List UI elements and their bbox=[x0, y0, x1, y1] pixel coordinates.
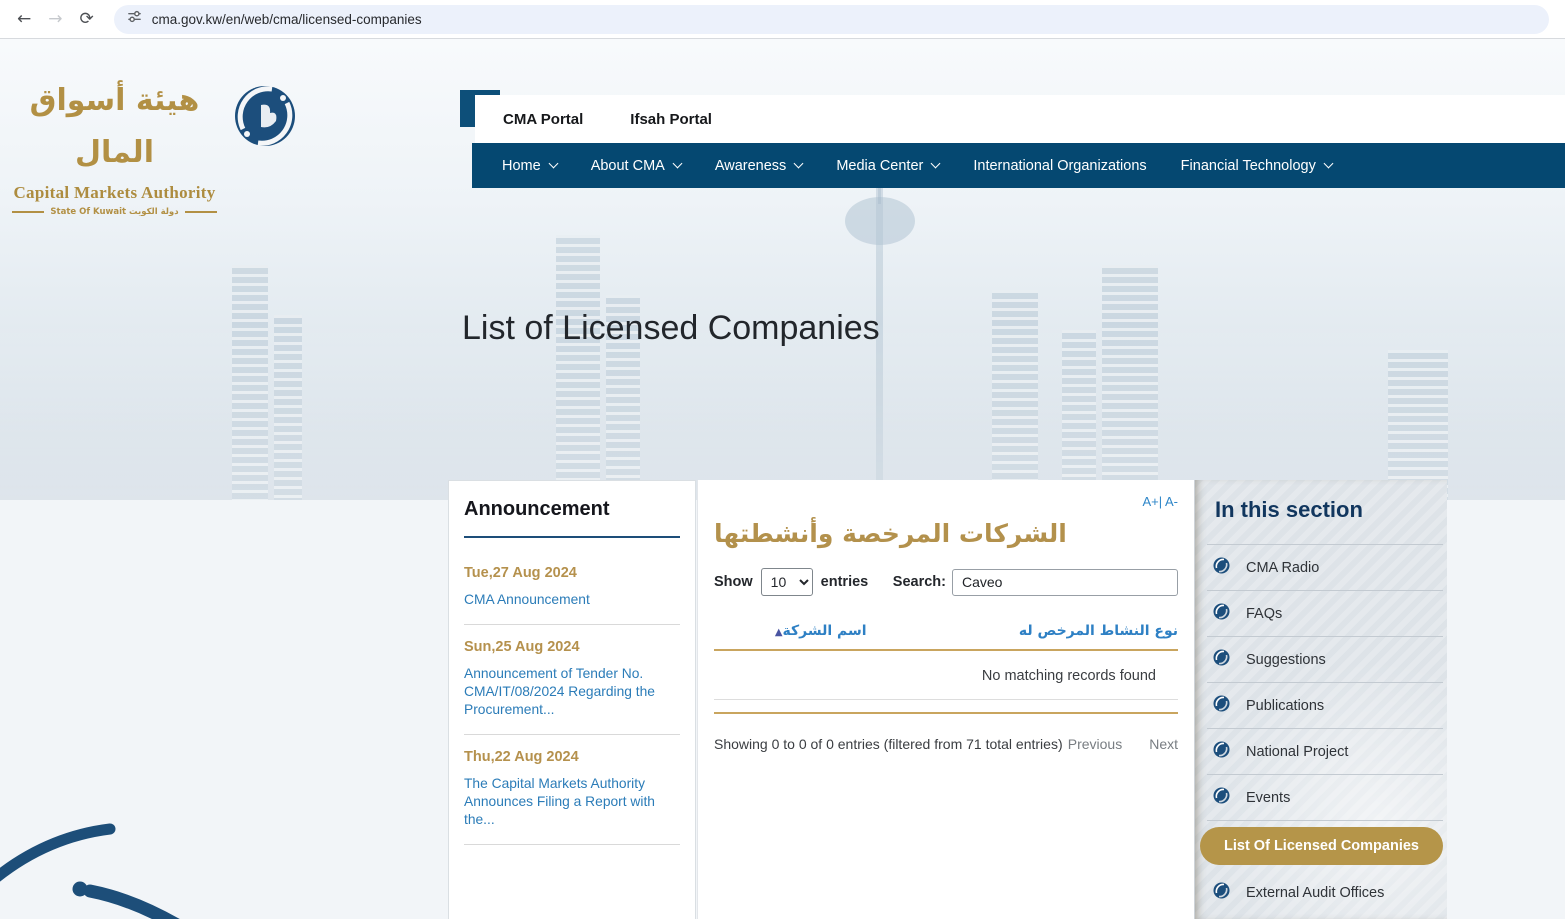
cma-emblem-icon bbox=[234, 85, 296, 152]
browser-toolbar: ← → ⟳ cma.gov.kw/en/web/cma/licensed-com… bbox=[0, 0, 1565, 39]
chevron-down-icon bbox=[930, 158, 941, 169]
table-info: Showing 0 to 0 of 0 entries (filtered fr… bbox=[714, 736, 1063, 752]
table-footer: Showing 0 to 0 of 0 entries (filtered fr… bbox=[714, 736, 1178, 752]
licensed-companies-panel: A+| A- الشركات المرخصة وأنشطتها Show 10 … bbox=[697, 480, 1195, 919]
announcement-item: Thu,22 Aug 2024 The Capital Markets Auth… bbox=[464, 749, 680, 845]
sidebar-item-external-audit-offices[interactable]: External Audit Offices bbox=[1207, 870, 1443, 916]
cma-logo[interactable]: هيئة أسواق المال Capital Markets Authori… bbox=[12, 75, 304, 217]
table-bottom-border bbox=[714, 700, 1178, 714]
font-decrease-button[interactable]: A- bbox=[1165, 494, 1178, 509]
column-header-activity-type[interactable]: نوع النشاط المرخص له bbox=[927, 623, 1178, 639]
sidebar-item-label: CMA Radio bbox=[1246, 559, 1320, 576]
divider bbox=[464, 624, 680, 625]
table-empty-message: No matching records found bbox=[714, 651, 1178, 700]
sidebar-item-label: Suggestions bbox=[1246, 651, 1326, 668]
table-header-row: ▲اسم الشركة نوع النشاط المرخص له bbox=[714, 623, 1178, 649]
announcement-date: Tue,27 Aug 2024 bbox=[464, 565, 577, 581]
search-control: Search: bbox=[892, 568, 1178, 596]
sidebar-item-national-project[interactable]: National Project bbox=[1207, 728, 1443, 774]
divider bbox=[464, 844, 680, 845]
sidebar-item-events[interactable]: Events bbox=[1207, 774, 1443, 820]
table-controls: Show 10 entries Search: bbox=[714, 568, 1178, 596]
subtitle-rule bbox=[184, 211, 217, 213]
portal-bar: CMA Portal Ifsah Portal bbox=[475, 95, 1565, 143]
back-icon[interactable]: ← bbox=[17, 9, 31, 29]
sidebar-item-cma-radio[interactable]: CMA Radio bbox=[1207, 544, 1443, 590]
swirl-bullet-icon bbox=[1213, 557, 1230, 579]
sort-asc-icon: ▲ bbox=[774, 627, 783, 638]
entries-label: entries bbox=[820, 574, 869, 590]
sidebar-item-list-of-licensed-companies[interactable]: List Of Licensed Companies bbox=[1200, 826, 1443, 865]
announcement-panel: Announcement Tue,27 Aug 2024 CMA Announc… bbox=[448, 480, 696, 919]
chevron-down-icon bbox=[793, 158, 804, 169]
next-button[interactable]: Next bbox=[1149, 736, 1178, 752]
search-label: Search: bbox=[892, 574, 946, 590]
announcement-link[interactable]: CMA Announcement bbox=[464, 591, 680, 609]
chevron-down-icon bbox=[548, 158, 559, 169]
decorative-swirl bbox=[0, 823, 180, 919]
sidebar-item-label: Publications bbox=[1246, 697, 1325, 714]
announcement-underline bbox=[464, 536, 680, 538]
swirl-bullet-icon bbox=[1213, 603, 1230, 625]
cma-logo-subtitle: State Of Kuwait دولة الكويت bbox=[12, 207, 217, 217]
reload-icon[interactable]: ⟳ bbox=[80, 9, 94, 29]
show-label: Show bbox=[714, 574, 753, 590]
sidebar-title: In this section bbox=[1215, 497, 1363, 522]
sidebar-active-row: List Of Licensed Companies bbox=[1200, 820, 1443, 870]
chevron-down-icon bbox=[672, 158, 683, 169]
announcement-item: Sun,25 Aug 2024 Announcement of Tender N… bbox=[464, 639, 680, 735]
announcement-date: Sun,25 Aug 2024 bbox=[464, 639, 580, 655]
tab-cma-portal[interactable]: CMA Portal bbox=[503, 111, 583, 128]
font-size-controls: A+| A- bbox=[714, 494, 1178, 509]
cma-logo-wordmark: Capital Markets Authority bbox=[13, 183, 216, 202]
site-info-icon[interactable] bbox=[127, 9, 142, 29]
swirl-bullet-icon bbox=[1213, 695, 1230, 717]
main-navigation: Home About CMA Awareness Media Center In… bbox=[472, 143, 1565, 188]
previous-button[interactable]: Previous bbox=[1068, 736, 1122, 752]
sidebar-item-label: FAQs bbox=[1246, 605, 1283, 622]
nav-item-about-cma[interactable]: About CMA bbox=[591, 158, 683, 174]
nav-item-home[interactable]: Home bbox=[502, 158, 559, 174]
chevron-down-icon bbox=[1323, 158, 1334, 169]
url-text: cma.gov.kw/en/web/cma/licensed-companies bbox=[151, 11, 422, 27]
forward-icon[interactable]: → bbox=[48, 9, 62, 29]
sidebar-item-label: National Project bbox=[1246, 743, 1349, 760]
announcement-link[interactable]: The Capital Markets Authority Announces … bbox=[464, 775, 680, 829]
cma-logo-text: هيئة أسواق المال Capital Markets Authori… bbox=[12, 75, 217, 217]
announcement-item: Tue,27 Aug 2024 CMA Announcement bbox=[464, 565, 680, 625]
page: ← → ⟳ cma.gov.kw/en/web/cma/licensed-com… bbox=[0, 0, 1565, 919]
swirl-bullet-icon bbox=[1213, 882, 1230, 904]
nav-item-international-organizations[interactable]: International Organizations bbox=[973, 158, 1146, 174]
font-increase-button[interactable]: A+ bbox=[1142, 494, 1158, 509]
liberation-tower-disc bbox=[845, 197, 915, 245]
swirl-bullet-icon bbox=[1213, 787, 1230, 809]
section-title-arabic: الشركات المرخصة وأنشطتها bbox=[714, 519, 1067, 548]
address-bar[interactable]: cma.gov.kw/en/web/cma/licensed-companies bbox=[113, 4, 1549, 34]
sidebar-item-faqs[interactable]: FAQs bbox=[1207, 590, 1443, 636]
nav-item-awareness[interactable]: Awareness bbox=[715, 158, 804, 174]
page-title: List of Licensed Companies bbox=[462, 309, 880, 347]
cma-logo-arabic: هيئة أسواق المال bbox=[29, 83, 200, 170]
divider bbox=[464, 734, 680, 735]
announcement-link[interactable]: Announcement of Tender No. CMA/IT/08/202… bbox=[464, 665, 680, 719]
pagination: Previous Next bbox=[1068, 736, 1178, 752]
sidebar-item-suggestions[interactable]: Suggestions bbox=[1207, 636, 1443, 682]
nav-item-media-center[interactable]: Media Center bbox=[836, 158, 941, 174]
announcement-date: Thu,22 Aug 2024 bbox=[464, 749, 579, 765]
sidebar-item-publications[interactable]: Publications bbox=[1207, 682, 1443, 728]
swirl-bullet-icon bbox=[1213, 741, 1230, 763]
swirl-bullet-icon bbox=[1213, 649, 1230, 671]
hero-banner: هيئة أسواق المال Capital Markets Authori… bbox=[0, 39, 1565, 500]
sidebar-item-label: External Audit Offices bbox=[1246, 885, 1385, 901]
announcement-title: Announcement bbox=[464, 498, 610, 520]
subtitle-rule bbox=[12, 211, 45, 213]
sidebar-item-label: Events bbox=[1246, 789, 1291, 806]
nav-item-financial-technology[interactable]: Financial Technology bbox=[1181, 158, 1334, 174]
column-header-company-name[interactable]: ▲اسم الشركة bbox=[714, 623, 927, 639]
tab-ifsah-portal[interactable]: Ifsah Portal bbox=[630, 111, 712, 128]
page-size-select[interactable]: 10 bbox=[760, 568, 813, 596]
search-input[interactable] bbox=[952, 568, 1178, 596]
section-sidebar: In this section CMA Radio FAQs Suggestio… bbox=[1195, 480, 1447, 919]
